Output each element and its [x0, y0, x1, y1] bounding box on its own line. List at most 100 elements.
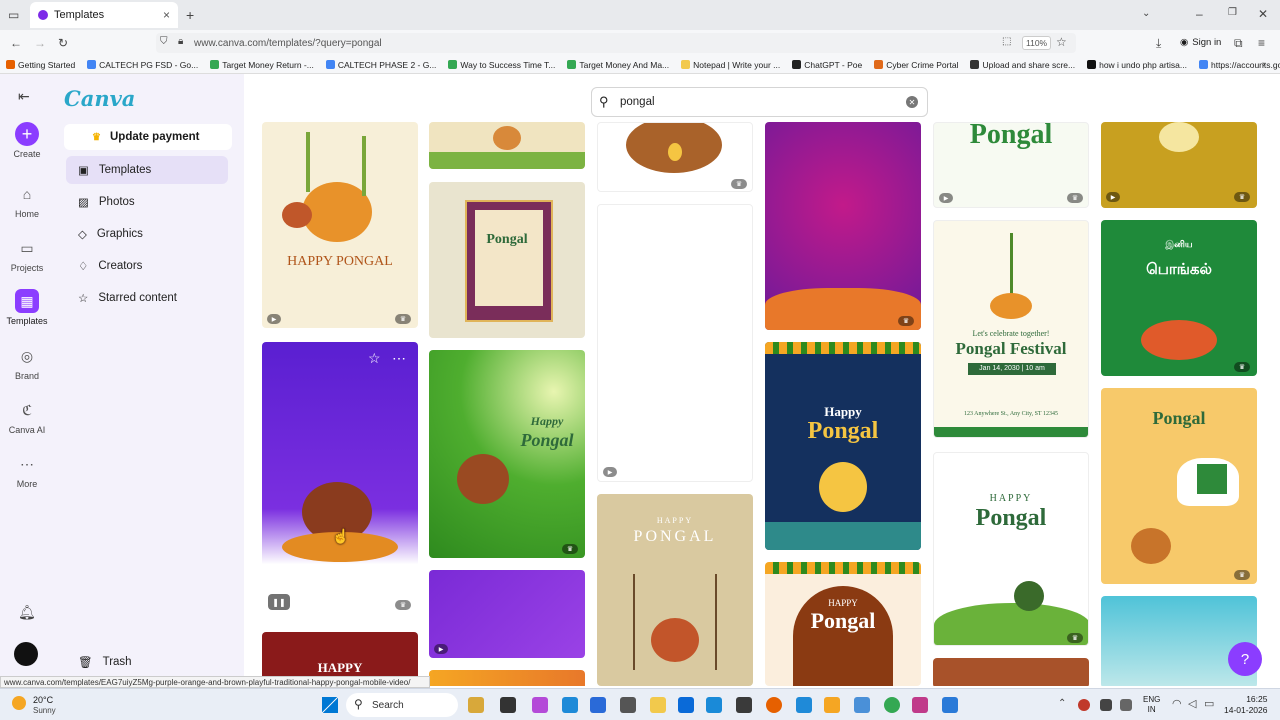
- app-icon[interactable]: [942, 697, 958, 713]
- template-search-input[interactable]: ⚲ pongal ✕: [591, 87, 928, 117]
- sidebar-item-templates[interactable]: ▣ Templates: [66, 156, 228, 184]
- zoom-app-icon[interactable]: [912, 697, 928, 713]
- sublime-icon[interactable]: [824, 697, 840, 713]
- zoom-level[interactable]: 110%: [1022, 36, 1052, 50]
- template-card[interactable]: Let's celebrate together! Pongal Festiva…: [933, 220, 1089, 438]
- minimize-icon[interactable]: –: [1196, 7, 1203, 21]
- star-icon[interactable]: ☆: [1056, 35, 1067, 49]
- bookmark-item[interactable]: Notepad | Write your ...: [675, 60, 786, 70]
- calculator-icon[interactable]: [620, 697, 636, 713]
- rail-projects[interactable]: ▭ Projects: [0, 236, 54, 274]
- sidebar-item-starred[interactable]: ☆ Starred content: [66, 284, 228, 312]
- canva-logo[interactable]: Canva: [64, 86, 135, 111]
- tab-overview-icon[interactable]: ▭: [8, 8, 19, 22]
- close-tab-icon[interactable]: ×: [163, 8, 170, 22]
- bookmark-item[interactable]: Upload and share scre...: [964, 60, 1081, 70]
- template-card[interactable]: ▶: [429, 570, 585, 658]
- help-button[interactable]: ?: [1228, 642, 1262, 676]
- bookmark-item[interactable]: Cyber Crime Portal: [868, 60, 964, 70]
- bookmark-item[interactable]: how i undo php artisa...: [1081, 60, 1193, 70]
- screenshot-icon[interactable]: ⬚: [1002, 36, 1011, 47]
- chevron-up-icon[interactable]: ⌃: [1058, 698, 1066, 709]
- vscode-icon[interactable]: [796, 697, 812, 713]
- language-indicator[interactable]: ENG IN: [1143, 695, 1160, 715]
- wifi-icon[interactable]: ◠: [1172, 697, 1182, 710]
- terminal-icon[interactable]: [736, 697, 752, 713]
- tray-app-icon[interactable]: [1078, 699, 1090, 711]
- update-payment-button[interactable]: ♛ Update payment: [64, 124, 232, 150]
- notepad-icon[interactable]: [854, 697, 870, 713]
- sidebar-item-graphics[interactable]: ◇ Graphics: [66, 220, 228, 248]
- store-icon[interactable]: [590, 697, 606, 713]
- weather-icon[interactable]: [12, 696, 26, 710]
- todo-icon[interactable]: [706, 697, 722, 713]
- template-card[interactable]: [429, 122, 585, 169]
- reload-icon[interactable]: ↻: [58, 36, 68, 50]
- extensions-icon[interactable]: ⧉: [1234, 36, 1243, 51]
- bookmarks-overflow-icon[interactable]: ›: [1262, 59, 1265, 70]
- folder-icon[interactable]: [650, 697, 666, 713]
- template-card[interactable]: Happy Pongal: [765, 342, 921, 550]
- template-card[interactable]: ♛: [765, 122, 921, 330]
- address-bar[interactable]: ⛉ 🔒︎ www.canva.com/templates/?query=pong…: [156, 33, 1076, 53]
- rail-home[interactable]: ⌂ Home: [0, 182, 54, 219]
- restore-icon[interactable]: ❐: [1228, 7, 1237, 18]
- firefox-icon[interactable]: [766, 697, 782, 713]
- template-card[interactable]: இனிய பொங்கல் ♛: [1101, 220, 1257, 376]
- bell-icon[interactable]: 🔔︎: [18, 604, 36, 621]
- close-window-icon[interactable]: ✕: [1258, 7, 1268, 21]
- template-card[interactable]: HAPPY PONGAL: [597, 494, 753, 686]
- rail-canva-ai[interactable]: ℭ Canva AI: [0, 398, 54, 436]
- template-card-hovered[interactable]: ☆ ⋯ ❚❚ ♛: [262, 342, 418, 620]
- bookmark-item[interactable]: https://accounts.goog...: [1193, 60, 1280, 70]
- chevron-down-icon[interactable]: ⌄: [1142, 8, 1150, 19]
- bookmark-item[interactable]: Target Money Return -...: [204, 60, 320, 70]
- clear-search-icon[interactable]: ✕: [906, 96, 918, 108]
- signin-button[interactable]: ◉ Sign in: [1180, 37, 1221, 48]
- mail-icon[interactable]: [678, 697, 694, 713]
- sidebar-item-trash[interactable]: 🗑︎ Trash: [66, 648, 228, 676]
- more-dots-icon[interactable]: ⋯: [392, 350, 406, 367]
- rail-more[interactable]: ⋯ More: [0, 452, 54, 490]
- bookmark-item[interactable]: CALTECH PG FSD - Go...: [81, 60, 204, 70]
- forward-icon[interactable]: →: [34, 36, 46, 50]
- collapse-menu-icon[interactable]: ⇤: [18, 88, 30, 105]
- template-card[interactable]: HAPPY Pongal: [765, 562, 921, 686]
- bookmark-item[interactable]: ChatGPT - Poe: [786, 60, 868, 70]
- back-icon[interactable]: ←: [10, 36, 22, 50]
- lock-icon[interactable]: 🔒︎: [178, 36, 183, 47]
- tray-sync-icon[interactable]: [1100, 699, 1112, 711]
- rail-templates[interactable]: ▦ Templates: [0, 289, 54, 326]
- clock[interactable]: 16:25 14-01-2026: [1224, 694, 1267, 716]
- chrome-icon[interactable]: [884, 697, 900, 713]
- shield-icon[interactable]: ⛉: [160, 36, 168, 47]
- template-card[interactable]: Pongal ▶ ♛: [933, 122, 1089, 208]
- bookmark-item[interactable]: Target Money And Ma...: [561, 60, 675, 70]
- task-view-icon[interactable]: [500, 697, 516, 713]
- download-icon[interactable]: ⤓: [1156, 36, 1161, 51]
- template-card[interactable]: ▶: [597, 204, 753, 482]
- battery-icon[interactable]: ▭: [1204, 697, 1214, 710]
- edge-icon[interactable]: [562, 697, 578, 713]
- volume-icon[interactable]: ◁: [1188, 697, 1196, 710]
- file-manager-icon[interactable]: [468, 697, 484, 713]
- bookmark-item[interactable]: CALTECH PHASE 2 - G...: [320, 60, 443, 70]
- bookmark-item[interactable]: Getting Started: [0, 60, 81, 70]
- taskbar-search[interactable]: ⚲ Search: [346, 693, 458, 717]
- browser-tab[interactable]: Templates ×: [30, 2, 178, 28]
- pause-icon[interactable]: ❚❚: [268, 594, 290, 610]
- new-tab-icon[interactable]: +: [186, 7, 194, 23]
- template-card[interactable]: HAPPY Pongal ♛: [933, 452, 1089, 646]
- copilot-icon[interactable]: [532, 697, 548, 713]
- sidebar-item-creators[interactable]: ♢ Creators: [66, 252, 228, 280]
- create-button[interactable]: + Create: [0, 122, 54, 159]
- rail-brand[interactable]: ◎ Brand: [0, 344, 54, 382]
- template-card[interactable]: ▶ ♛: [1101, 122, 1257, 208]
- template-card[interactable]: HAPPY PONGAL ▶ ♛: [262, 122, 418, 328]
- tray-device-icon[interactable]: [1120, 699, 1132, 711]
- sidebar-item-photos[interactable]: ▨ Photos: [66, 188, 228, 216]
- windows-start-icon[interactable]: [322, 697, 338, 713]
- bookmark-item[interactable]: Way to Success Time T...: [442, 60, 561, 70]
- avatar[interactable]: [14, 642, 38, 666]
- template-card[interactable]: [1101, 596, 1257, 686]
